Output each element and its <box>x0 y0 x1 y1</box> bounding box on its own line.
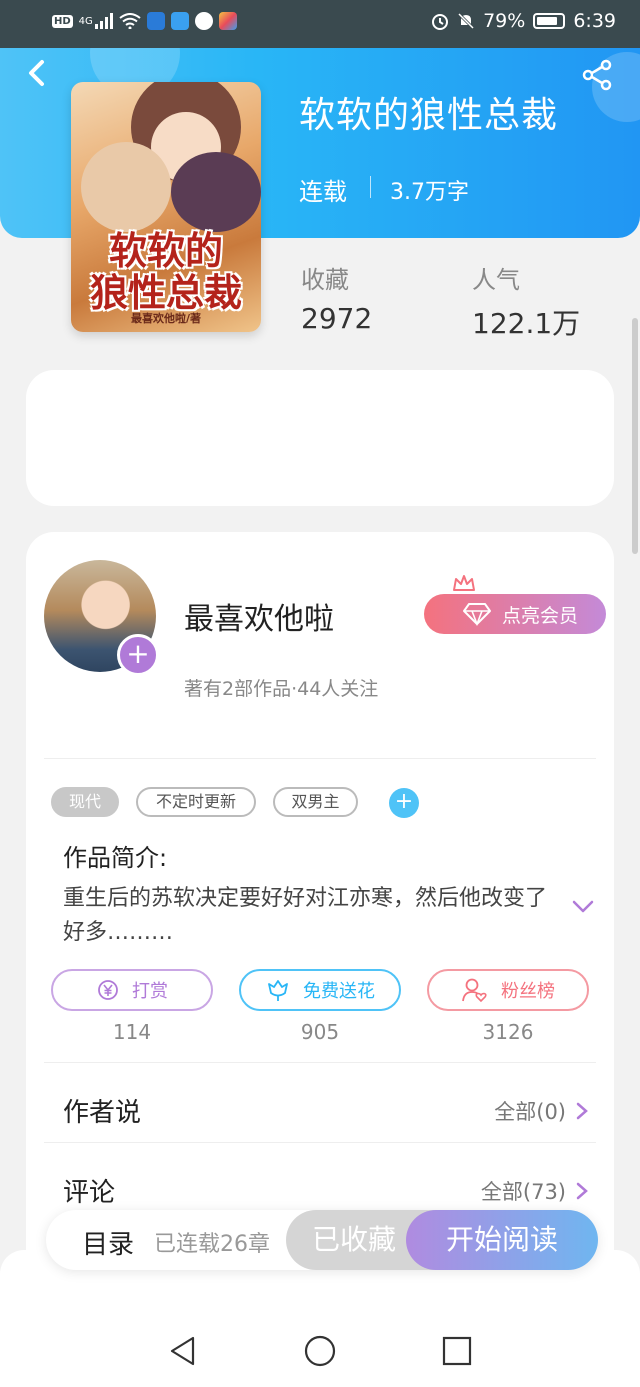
add-tag-button[interactable]: + <box>389 788 419 818</box>
chevron-right-icon <box>576 1102 588 1120</box>
toc-chapter-count[interactable]: 已连载26章 <box>154 1226 270 1258</box>
send-flower-button[interactable]: 免费送花 <box>239 969 401 1011</box>
author-says-all: 全部(0) <box>494 1100 566 1124</box>
favorites-value: 2972 <box>301 302 373 335</box>
app-gallery-icon <box>218 12 237 30</box>
cover-title-line2: 狼性总裁 <box>89 270 242 315</box>
toc-button[interactable]: 目录 <box>82 1224 134 1261</box>
alarm-icon <box>432 14 449 30</box>
flower-count: 905 <box>300 1020 340 1044</box>
blank-card <box>26 370 614 506</box>
chevron-right-icon <box>576 1182 588 1200</box>
divider <box>44 1142 596 1143</box>
scrollbar[interactable] <box>632 318 638 554</box>
book-title: 软软的狼性总裁 <box>299 95 559 136</box>
comments-link[interactable]: 全部(73) <box>481 1176 588 1206</box>
comments-label: 评论 <box>63 1178 116 1208</box>
status-bar: HD 4G 79% 6:39 <box>0 0 640 48</box>
clock: 6:39 <box>573 10 616 32</box>
hd-badge: HD <box>52 14 73 28</box>
author-meta: 著有2部作品·44人关注 <box>184 678 379 700</box>
wifi-icon <box>119 13 141 29</box>
coin-icon <box>98 980 118 1000</box>
comments-all: 全部(73) <box>480 1180 566 1204</box>
tag-irregular-update[interactable]: 不定时更新 <box>136 787 256 817</box>
follow-author-button[interactable]: + <box>117 634 159 676</box>
fan-rank-label: 粉丝榜 <box>501 981 555 1002</box>
vip-label: 点亮会员 <box>501 604 578 627</box>
nav-back-icon[interactable] <box>166 1334 200 1368</box>
battery-icon <box>533 13 566 29</box>
cover-author: 最喜欢他啦/著 <box>130 312 202 325</box>
share-button[interactable] <box>580 58 614 92</box>
divider <box>44 1062 596 1063</box>
status-right: 79% 6:39 <box>431 10 616 32</box>
favorites-label: 收藏 <box>301 266 349 294</box>
tip-button[interactable]: 打赏 <box>51 969 213 1011</box>
app-bulb-icon <box>146 12 165 30</box>
intro-text: 重生后的苏软决定要好好对江亦寒，然后他改变了好多……… <box>63 886 548 945</box>
fan-rank-button[interactable]: 粉丝榜 <box>427 969 589 1011</box>
author-name[interactable]: 最喜欢他啦 <box>184 594 334 638</box>
flower-icon <box>268 980 288 1001</box>
vip-button[interactable]: 点亮会员 <box>424 594 606 634</box>
diamond-icon <box>462 603 491 626</box>
signal-icon <box>94 13 113 29</box>
nav-recents-icon[interactable] <box>440 1334 474 1368</box>
chevron-down-icon[interactable] <box>570 898 596 916</box>
share-icon <box>582 59 612 91</box>
popularity-label: 人气 <box>472 266 520 294</box>
tip-count: 114 <box>112 1020 152 1044</box>
author-says-label: 作者说 <box>63 1098 142 1128</box>
fan-count: 3126 <box>482 1020 534 1044</box>
book-cover[interactable]: 软软的 狼性总裁 最喜欢他啦/著 <box>71 82 261 332</box>
status-divider <box>370 176 371 198</box>
tag-bl[interactable]: 双男主 <box>273 787 358 817</box>
app-search-icon <box>170 12 189 30</box>
network-label: 4G <box>78 15 93 27</box>
send-flower-label: 免费送花 <box>303 981 375 1002</box>
divider <box>44 758 596 759</box>
book-word-count: 3.7万字 <box>390 180 469 205</box>
cover-figure <box>81 142 171 232</box>
crown-icon <box>453 575 475 591</box>
tag-modern[interactable]: 现代 <box>51 787 119 817</box>
start-reading-button[interactable]: 开始阅读 <box>406 1210 598 1270</box>
app-chat-icon <box>194 12 213 30</box>
battery-percent: 79% <box>483 10 526 32</box>
status-left: HD 4G <box>52 12 237 30</box>
popularity-value: 122.1万 <box>472 307 581 340</box>
book-status: 连载 <box>299 178 347 206</box>
back-button[interactable] <box>20 56 54 90</box>
author-says-link[interactable]: 全部(0) <box>494 1096 588 1126</box>
nav-home-icon[interactable] <box>303 1334 337 1368</box>
tip-label: 打赏 <box>132 981 168 1002</box>
mute-icon <box>458 12 475 30</box>
user-heart-icon <box>462 978 487 1003</box>
chevron-left-icon <box>29 60 44 86</box>
intro-label: 作品简介: <box>63 844 168 872</box>
